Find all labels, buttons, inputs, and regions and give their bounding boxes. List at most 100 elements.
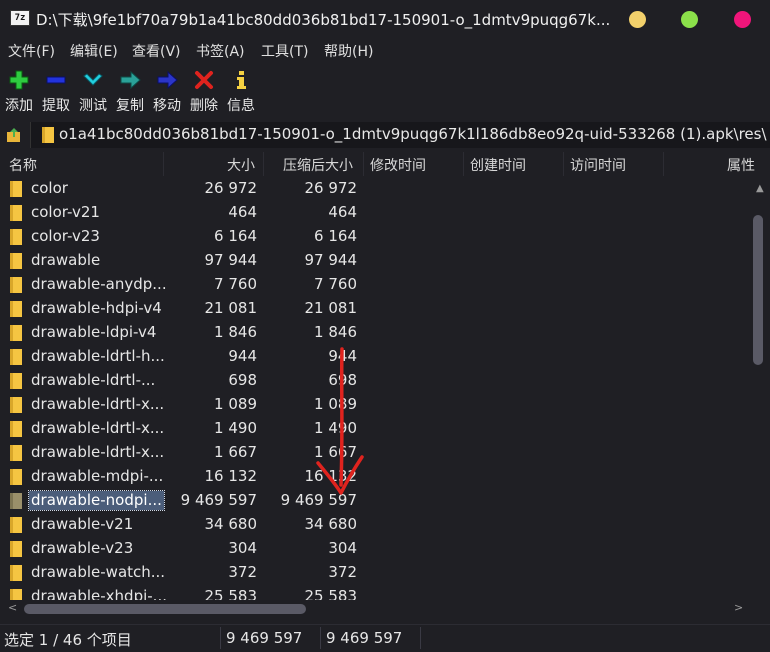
- file-row[interactable]: drawable-xhdpi-... 25 583 25 583: [0, 585, 750, 600]
- file-size: 16 132: [204, 467, 258, 485]
- column-divider[interactable]: [163, 152, 164, 176]
- file-name: drawable-mdpi-...: [31, 467, 164, 485]
- file-packed-size: 21 081: [304, 299, 358, 317]
- menu-help[interactable]: 帮助(H): [324, 41, 373, 61]
- info-icon: [229, 68, 253, 92]
- column-modified[interactable]: 修改时间: [370, 155, 426, 175]
- column-divider[interactable]: [663, 152, 664, 176]
- menu-view[interactable]: 查看(V): [132, 41, 181, 61]
- file-row[interactable]: color-v21 464 464: [0, 201, 750, 225]
- file-packed-size: 25 583: [304, 587, 358, 600]
- file-packed-size: 944: [328, 347, 357, 365]
- add-button[interactable]: 添加: [1, 68, 37, 115]
- info-button[interactable]: 信息: [223, 68, 259, 115]
- file-packed-size: 1 089: [314, 395, 357, 413]
- file-size: 372: [228, 563, 257, 581]
- file-row[interactable]: drawable-anydp... 7 760 7 760: [0, 273, 750, 297]
- column-accessed[interactable]: 访问时间: [570, 155, 626, 175]
- delete-button[interactable]: 删除: [186, 68, 222, 115]
- folder-icon: [10, 325, 22, 341]
- file-row[interactable]: drawable-ldrtl-x... 1 667 1 667: [0, 441, 750, 465]
- file-packed-size: 1 667: [314, 443, 357, 461]
- address-field[interactable]: o1a41bc80dd036b81bd17-150901-o_1dmtv9puq…: [30, 122, 770, 148]
- file-size: 1 667: [214, 443, 257, 461]
- folder-up-icon[interactable]: [6, 127, 22, 143]
- file-size: 1 846: [214, 323, 257, 341]
- folder-icon: [10, 445, 22, 461]
- column-created[interactable]: 创建时间: [470, 155, 526, 175]
- copy-button[interactable]: 复制: [112, 68, 148, 115]
- file-row[interactable]: color-v23 6 164 6 164: [0, 225, 750, 249]
- file-size: 944: [228, 347, 257, 365]
- column-divider[interactable]: [263, 152, 264, 176]
- scroll-left-icon[interactable]: <: [8, 601, 17, 614]
- file-row[interactable]: color 26 972 26 972: [0, 177, 750, 201]
- status-divider: [220, 627, 221, 649]
- file-name: drawable-watch...: [31, 563, 166, 581]
- file-packed-size: 97 944: [304, 251, 358, 269]
- address-bar: o1a41bc80dd036b81bd17-150901-o_1dmtv9puq…: [0, 120, 770, 150]
- file-name: drawable-ldrtl-h...: [31, 347, 165, 365]
- status-bar: 选定 1 / 46 个项目 9 469 597 9 469 597: [0, 624, 770, 652]
- horizontal-scroll-thumb[interactable]: [24, 604, 306, 614]
- file-row[interactable]: drawable-ldpi-v4 1 846 1 846: [0, 321, 750, 345]
- maximize-button[interactable]: [681, 11, 698, 28]
- file-name: drawable-xhdpi-...: [31, 587, 167, 600]
- folder-icon: [10, 277, 22, 293]
- menu-edit[interactable]: 编辑(E): [70, 41, 118, 61]
- file-size: 9 469 597: [180, 491, 257, 509]
- folder-icon: [10, 421, 22, 437]
- file-size: 1 089: [214, 395, 257, 413]
- file-row[interactable]: drawable-watch... 372 372: [0, 561, 750, 585]
- column-packed-size[interactable]: 压缩后大小: [283, 155, 353, 175]
- folder-icon: [10, 229, 22, 245]
- file-row[interactable]: drawable 97 944 97 944: [0, 249, 750, 273]
- close-button[interactable]: [734, 11, 751, 28]
- file-packed-size: 16 132: [304, 467, 358, 485]
- file-row[interactable]: drawable-ldrtl-x... 1 089 1 089: [0, 393, 750, 417]
- add-label: 添加: [5, 98, 33, 114]
- menu-tools[interactable]: 工具(T): [261, 41, 308, 61]
- info-label: 信息: [227, 98, 255, 114]
- minus-icon: [44, 68, 68, 92]
- file-packed-size: 26 972: [304, 179, 358, 197]
- column-size[interactable]: 大小: [227, 155, 255, 175]
- file-row[interactable]: drawable-ldrtl-h... 944 944: [0, 345, 750, 369]
- file-row[interactable]: drawable-ldrtl-... 698 698: [0, 369, 750, 393]
- file-row[interactable]: drawable-v23 304 304: [0, 537, 750, 561]
- file-name: color-v21: [31, 203, 100, 221]
- status-size: 9 469 597: [226, 629, 303, 647]
- file-name: color-v23: [31, 227, 100, 245]
- test-button[interactable]: 测试: [75, 68, 111, 115]
- file-row[interactable]: drawable-hdpi-v4 21 081 21 081: [0, 297, 750, 321]
- horizontal-scrollbar[interactable]: < >: [0, 600, 770, 618]
- minimize-button[interactable]: [629, 11, 646, 28]
- file-row[interactable]: drawable-v21 34 680 34 680: [0, 513, 750, 537]
- vertical-scroll-thumb[interactable]: [753, 215, 763, 365]
- delete-label: 删除: [190, 98, 218, 114]
- column-divider[interactable]: [563, 152, 564, 176]
- file-size: 1 490: [214, 419, 257, 437]
- status-divider: [420, 627, 421, 649]
- folder-icon: [10, 205, 22, 221]
- extract-button[interactable]: 提取: [38, 68, 74, 115]
- scroll-up-icon[interactable]: ▲: [756, 183, 764, 194]
- file-packed-size: 1 846: [314, 323, 357, 341]
- column-name[interactable]: 名称: [9, 155, 37, 175]
- app-7zip-icon: 7z: [10, 10, 30, 26]
- column-divider[interactable]: [463, 152, 464, 176]
- menu-file[interactable]: 文件(F): [8, 41, 55, 61]
- file-size: 464: [228, 203, 257, 221]
- move-arrow-icon: [155, 68, 179, 92]
- file-name: drawable-v21: [31, 515, 134, 533]
- file-row[interactable]: drawable-ldrtl-x... 1 490 1 490: [0, 417, 750, 441]
- folder-icon: [10, 397, 22, 413]
- move-button[interactable]: 移动: [149, 68, 185, 115]
- vertical-scrollbar[interactable]: ▲: [750, 177, 770, 600]
- column-divider[interactable]: [363, 152, 364, 176]
- scroll-right-icon[interactable]: >: [734, 601, 743, 614]
- menu-bookmarks[interactable]: 书签(A): [196, 41, 245, 61]
- file-row-selected[interactable]: drawable-nodpi... 9 469 597 9 469 597: [0, 489, 750, 513]
- file-row[interactable]: drawable-mdpi-... 16 132 16 132: [0, 465, 750, 489]
- column-attributes[interactable]: 属性: [727, 155, 755, 175]
